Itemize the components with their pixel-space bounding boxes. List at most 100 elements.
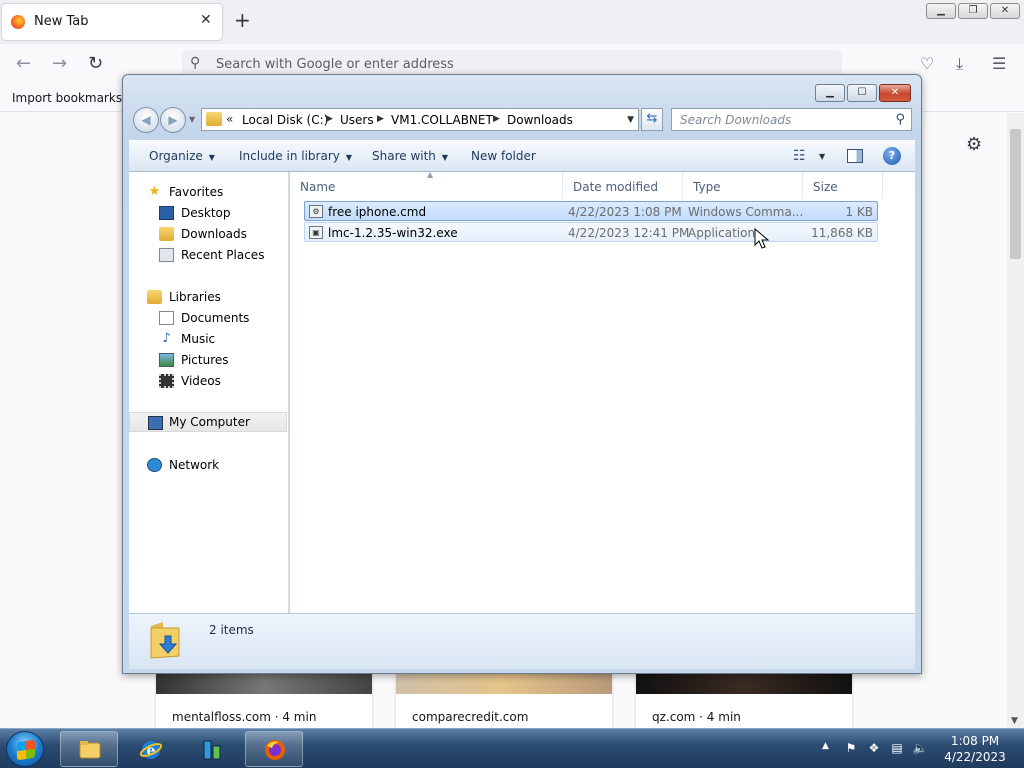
new-tab-button[interactable]: + — [234, 8, 251, 32]
system-clock[interactable]: 1:08 PM 4/22/2023 — [940, 733, 1010, 765]
scrollbar-thumb[interactable] — [1010, 129, 1021, 259]
forward-button[interactable]: ▶ — [160, 107, 186, 133]
nav-desktop[interactable]: Desktop — [129, 203, 287, 223]
maximize-button[interactable]: ☐ — [847, 84, 877, 102]
folder-icon — [79, 741, 101, 759]
scroll-down-icon[interactable]: ▼ — [1011, 716, 1018, 726]
mouse-cursor-icon — [754, 228, 770, 249]
breadcrumb-downloads[interactable]: Downloads — [507, 113, 573, 127]
shortcut-card[interactable]: comparecredit.com — [396, 672, 612, 730]
menu-icon[interactable]: ☰ — [992, 54, 1006, 73]
firefox-icon — [265, 740, 285, 760]
nav-recent-places[interactable]: Recent Places — [129, 245, 287, 265]
minimize-button[interactable]: ▁ — [815, 84, 845, 102]
nav-libraries[interactable]: Libraries — [129, 287, 287, 307]
nav-pictures[interactable]: Pictures — [129, 350, 287, 370]
forward-arrow-icon[interactable]: → — [52, 53, 67, 74]
search-icon: ⚲ — [895, 112, 905, 127]
breadcrumb-local-disk[interactable]: Local Disk (C:) — [242, 113, 328, 127]
new-folder-button[interactable]: New folder — [471, 149, 536, 163]
breadcrumb-users[interactable]: Users — [340, 113, 374, 127]
nav-label: Downloads — [181, 227, 247, 241]
browser-minimize-button[interactable]: ▁ — [926, 3, 956, 19]
tray-app-icon[interactable]: ❖ — [866, 740, 882, 756]
computer-icon — [148, 416, 163, 430]
browser-close-button[interactable]: ✕ — [990, 3, 1020, 19]
nav-favorites[interactable]: ★ Favorites — [129, 182, 287, 202]
organize-button[interactable]: Organize ▼ — [149, 149, 215, 163]
command-bar: Organize ▼ Include in library ▼ Share with… — [129, 140, 915, 172]
music-icon: ♪ — [162, 331, 171, 346]
history-dropdown-icon[interactable]: ▼ — [189, 115, 195, 124]
address-dropdown-icon[interactable]: ▼ — [627, 115, 634, 125]
chevron-down-icon: ▼ — [345, 153, 353, 162]
address-bar[interactable]: « Local Disk (C:) ▶ Users ▶ VM1.COLLABNE… — [201, 108, 639, 131]
folder-download-icon — [150, 622, 180, 659]
nav-label: Desktop — [181, 206, 231, 220]
tab-title: New Tab — [34, 14, 89, 29]
nav-network[interactable]: Network — [129, 455, 287, 475]
help-icon[interactable]: ? — [883, 147, 901, 165]
preview-pane-icon[interactable] — [847, 149, 863, 163]
breadcrumb-separator-icon[interactable]: ▶ — [326, 114, 333, 124]
search-input[interactable]: Search Downloads ⚲ — [671, 108, 912, 131]
nav-my-computer[interactable]: My Computer — [129, 412, 287, 432]
page-scrollbar[interactable]: ▼ — [1007, 113, 1024, 728]
nav-downloads[interactable]: Downloads — [129, 224, 287, 244]
back-arrow-icon[interactable]: ← — [16, 53, 31, 74]
firefox-icon — [11, 15, 25, 29]
card-label: qz.com · 4 min — [652, 710, 741, 724]
gear-icon[interactable]: ⚙ — [966, 134, 982, 155]
breadcrumb-user-folder[interactable]: VM1.COLLABNET — [391, 113, 493, 127]
share-with-button[interactable]: Share with ▼ — [372, 149, 448, 163]
taskbar-app-button[interactable] — [182, 731, 240, 767]
import-bookmarks-button[interactable]: Import bookmarks… — [12, 91, 134, 105]
shortcut-card[interactable]: mentalfloss.com · 4 min — [156, 672, 372, 730]
nav-label: Music — [181, 332, 216, 346]
nav-label: Videos — [181, 374, 221, 388]
network-icon — [147, 458, 162, 472]
include-label: Include in library — [239, 149, 340, 163]
network-status-icon[interactable]: ▤ — [889, 740, 905, 756]
taskbar-ie-button[interactable]: e — [121, 731, 179, 767]
action-center-icon[interactable]: ⚑ — [843, 740, 859, 756]
shortcut-card[interactable]: qz.com · 4 min — [636, 672, 852, 730]
breadcrumb-separator-icon[interactable]: ▶ — [377, 114, 384, 124]
back-button[interactable]: ◀ — [133, 107, 159, 133]
include-in-library-button[interactable]: Include in library ▼ — [239, 149, 352, 163]
taskbar-explorer-button[interactable] — [60, 731, 118, 767]
column-header-size[interactable]: Size — [803, 172, 883, 198]
downloads-icon[interactable]: ⤓ — [956, 54, 963, 74]
table-row[interactable]: ▣ lmc-1.2.35-win32.exe 4/22/2023 12:41 P… — [304, 222, 878, 242]
chevron-down-icon: ▼ — [208, 153, 215, 162]
reload-icon[interactable]: ↻ — [88, 53, 103, 74]
nav-label: Documents — [181, 311, 250, 325]
view-options-icon[interactable]: ☷ — [793, 148, 806, 164]
view-dropdown-icon[interactable]: ▼ — [819, 152, 825, 161]
taskbar-firefox-button[interactable] — [245, 731, 303, 767]
nav-music[interactable]: ♪ Music — [129, 329, 287, 349]
browser-restore-button[interactable]: ❐ — [958, 3, 988, 19]
volume-muted-icon[interactable]: 🔈 — [912, 740, 928, 756]
column-header-name[interactable]: Name ▲ — [290, 170, 563, 198]
close-button[interactable]: ✕ — [879, 84, 911, 102]
column-header-date[interactable]: Date modified — [563, 172, 683, 198]
file-type: Windows Comma... — [688, 205, 804, 219]
internet-explorer-icon: e — [139, 741, 163, 759]
nav-label: Pictures — [181, 353, 229, 367]
nav-videos[interactable]: Videos — [129, 371, 287, 391]
show-hidden-icons-icon[interactable]: ▲ — [822, 741, 829, 751]
table-row[interactable]: ⚙ free iphone.cmd 4/22/2023 1:08 PM Wind… — [304, 201, 878, 221]
downloads-folder-icon — [159, 227, 174, 241]
start-button[interactable] — [6, 731, 44, 767]
tab-close-icon[interactable]: ✕ — [200, 12, 212, 28]
breadcrumb-separator-icon[interactable]: ▶ — [493, 114, 500, 124]
refresh-icon[interactable]: ⇆ — [641, 108, 663, 131]
recent-places-icon — [159, 248, 174, 262]
tab-new-tab[interactable]: New Tab ✕ — [2, 4, 222, 40]
pocket-icon[interactable]: ♡ — [920, 54, 934, 73]
breadcrumb-overflow[interactable]: « — [226, 112, 233, 126]
file-type: Application — [688, 226, 756, 240]
nav-documents[interactable]: Documents — [129, 308, 287, 328]
column-header-type[interactable]: Type — [683, 172, 803, 198]
